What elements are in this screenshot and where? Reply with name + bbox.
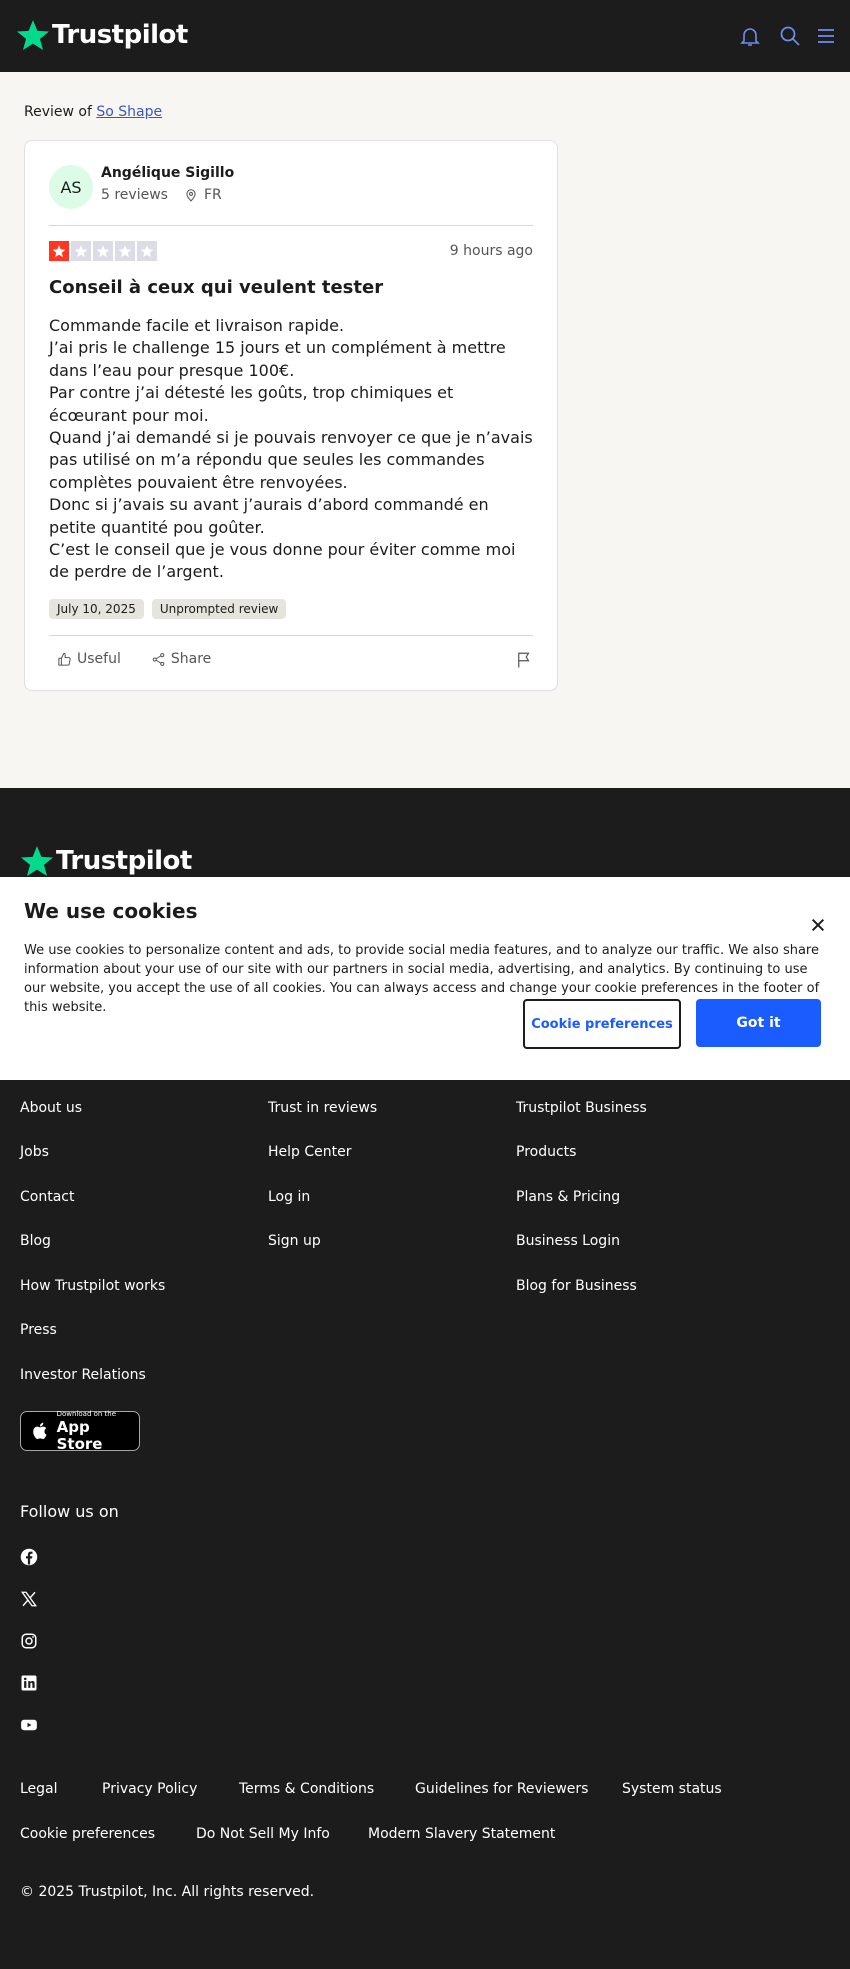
footer-link-contact[interactable]: Contact: [20, 1189, 74, 1205]
star-empty-icon: [93, 241, 113, 261]
footer-legal-legal[interactable]: Legal: [20, 1781, 58, 1797]
breadcrumb-prefix: Review of: [24, 104, 92, 120]
footer-link-investor-relations[interactable]: Investor Relations: [20, 1367, 146, 1383]
facebook-icon[interactable]: [20, 1548, 38, 1566]
cookie-banner: We use cookies We use cookies to persona…: [0, 877, 850, 1080]
review-body-line: Commande facile et livraison rapide.: [49, 316, 345, 335]
review-body-line: Par contre j’ai détesté les goûts, trop …: [49, 383, 454, 425]
unprompted-tag[interactable]: Unprompted review: [151, 599, 287, 619]
cookie-preferences-button[interactable]: Cookie preferences: [523, 999, 681, 1049]
main-content: Review of So Shape AS Angélique Sigillo …: [0, 72, 850, 788]
x-icon[interactable]: [20, 1590, 38, 1608]
date-tag: July 10, 2025: [49, 599, 144, 619]
footer-link-about-us[interactable]: About us: [20, 1100, 82, 1116]
footer-link-trust-in-reviews[interactable]: Trust in reviews: [268, 1100, 377, 1116]
review-body-line: Quand j’ai demandé si je pouvais renvoye…: [49, 428, 533, 492]
review-actions: Useful Share: [49, 651, 533, 669]
footer-link-log-in[interactable]: Log in: [268, 1189, 310, 1205]
share-icon: [152, 652, 165, 666]
review-tags: July 10, 2025 Unprompted review: [49, 599, 287, 619]
got-it-button[interactable]: Got it: [696, 999, 821, 1047]
site-header: Trustpilot: [0, 0, 850, 72]
thumbs-up-icon: [58, 652, 71, 666]
review-time-ago: 9 hours ago: [449, 243, 533, 259]
apple-icon: [33, 1422, 47, 1440]
review-body-line: C’est le conseil que je vous donne pour …: [49, 540, 516, 582]
footer-legal-terms[interactable]: Terms & Conditions: [239, 1781, 374, 1797]
footer-legal-guidelines[interactable]: Guidelines for Reviewers: [415, 1781, 588, 1797]
youtube-icon[interactable]: [20, 1716, 38, 1734]
footer-logo[interactable]: Trustpilot: [20, 844, 192, 878]
footer-link-how-trustpilot-works[interactable]: How Trustpilot works: [20, 1278, 165, 1294]
footer-legal-privacy-policy[interactable]: Privacy Policy: [102, 1781, 197, 1797]
footer-logo-text: Trustpilot: [56, 846, 192, 876]
close-icon[interactable]: [810, 917, 826, 933]
star-filled-icon: [49, 241, 69, 261]
follow-us-label: Follow us on: [20, 1502, 119, 1521]
review-body: Commande facile et livraison rapide. J’a…: [49, 315, 533, 584]
app-store-badge[interactable]: Download on the App Store: [20, 1410, 140, 1453]
trustpilot-logo[interactable]: Trustpilot: [16, 18, 188, 52]
star-empty-icon: [137, 241, 157, 261]
instagram-icon[interactable]: [20, 1632, 38, 1650]
footer-link-blog[interactable]: Blog: [20, 1233, 51, 1249]
useful-button[interactable]: Useful: [49, 651, 121, 667]
footer-link-blog-for-business[interactable]: Blog for Business: [516, 1278, 637, 1294]
footer-link-plans-pricing[interactable]: Plans & Pricing: [516, 1189, 620, 1205]
footer-link-products[interactable]: Products: [516, 1144, 576, 1160]
author-country: FR: [203, 187, 222, 203]
star-rating: [49, 241, 157, 261]
footer-legal-system-status[interactable]: System status: [622, 1781, 722, 1797]
review-body-line: J’ai pris le challenge 15 jours et un co…: [49, 338, 506, 380]
author-name[interactable]: Angélique Sigillo: [101, 165, 234, 181]
footer-link-sign-up[interactable]: Sign up: [268, 1233, 321, 1249]
bell-icon[interactable]: [738, 24, 762, 48]
author-review-count: 5 reviews: [101, 187, 168, 203]
author-location: FR: [184, 187, 222, 203]
footer-legal-modern-slavery[interactable]: Modern Slavery Statement: [368, 1826, 555, 1842]
flag-icon[interactable]: [515, 651, 533, 669]
author-meta: 5 reviews FR: [101, 187, 222, 203]
share-label: Share: [170, 651, 212, 667]
search-icon[interactable]: [778, 24, 802, 48]
star-empty-icon: [71, 241, 91, 261]
footer-link-trustpilot-business[interactable]: Trustpilot Business: [516, 1100, 647, 1116]
review-card: AS Angélique Sigillo 5 reviews FR 9 hour…: [24, 140, 558, 691]
linkedin-icon[interactable]: [20, 1674, 38, 1692]
avatar[interactable]: AS: [49, 165, 93, 209]
share-button[interactable]: Share: [143, 651, 211, 667]
cookie-title: We use cookies: [24, 899, 198, 923]
star-empty-icon: [115, 241, 135, 261]
menu-icon[interactable]: [814, 24, 838, 48]
footer-legal-cookie-preferences[interactable]: Cookie preferences: [20, 1826, 155, 1842]
location-pin-icon: [186, 189, 196, 202]
company-link[interactable]: So Shape: [96, 104, 162, 120]
trustpilot-star-icon: [20, 846, 54, 877]
footer-link-jobs[interactable]: Jobs: [20, 1144, 49, 1160]
app-store-large-text: App Store: [56, 1417, 103, 1453]
review-title: Conseil à ceux qui veulent tester: [49, 277, 384, 298]
footer-link-business-login[interactable]: Business Login: [516, 1233, 620, 1249]
useful-label: Useful: [77, 651, 121, 667]
copyright: © 2025 Trustpilot, Inc. All rights reser…: [20, 1884, 315, 1900]
breadcrumb: Review of So Shape: [24, 104, 162, 120]
trustpilot-star-icon: [16, 20, 50, 51]
footer-link-press[interactable]: Press: [20, 1322, 57, 1338]
footer-link-help-center[interactable]: Help Center: [268, 1144, 352, 1160]
footer-legal-do-not-sell[interactable]: Do Not Sell My Info: [196, 1826, 330, 1842]
divider: [49, 225, 533, 226]
divider: [49, 635, 533, 636]
review-body-line: Donc si j’avais su avant j’aurais d’abor…: [49, 495, 489, 537]
logo-text: Trustpilot: [52, 20, 188, 50]
